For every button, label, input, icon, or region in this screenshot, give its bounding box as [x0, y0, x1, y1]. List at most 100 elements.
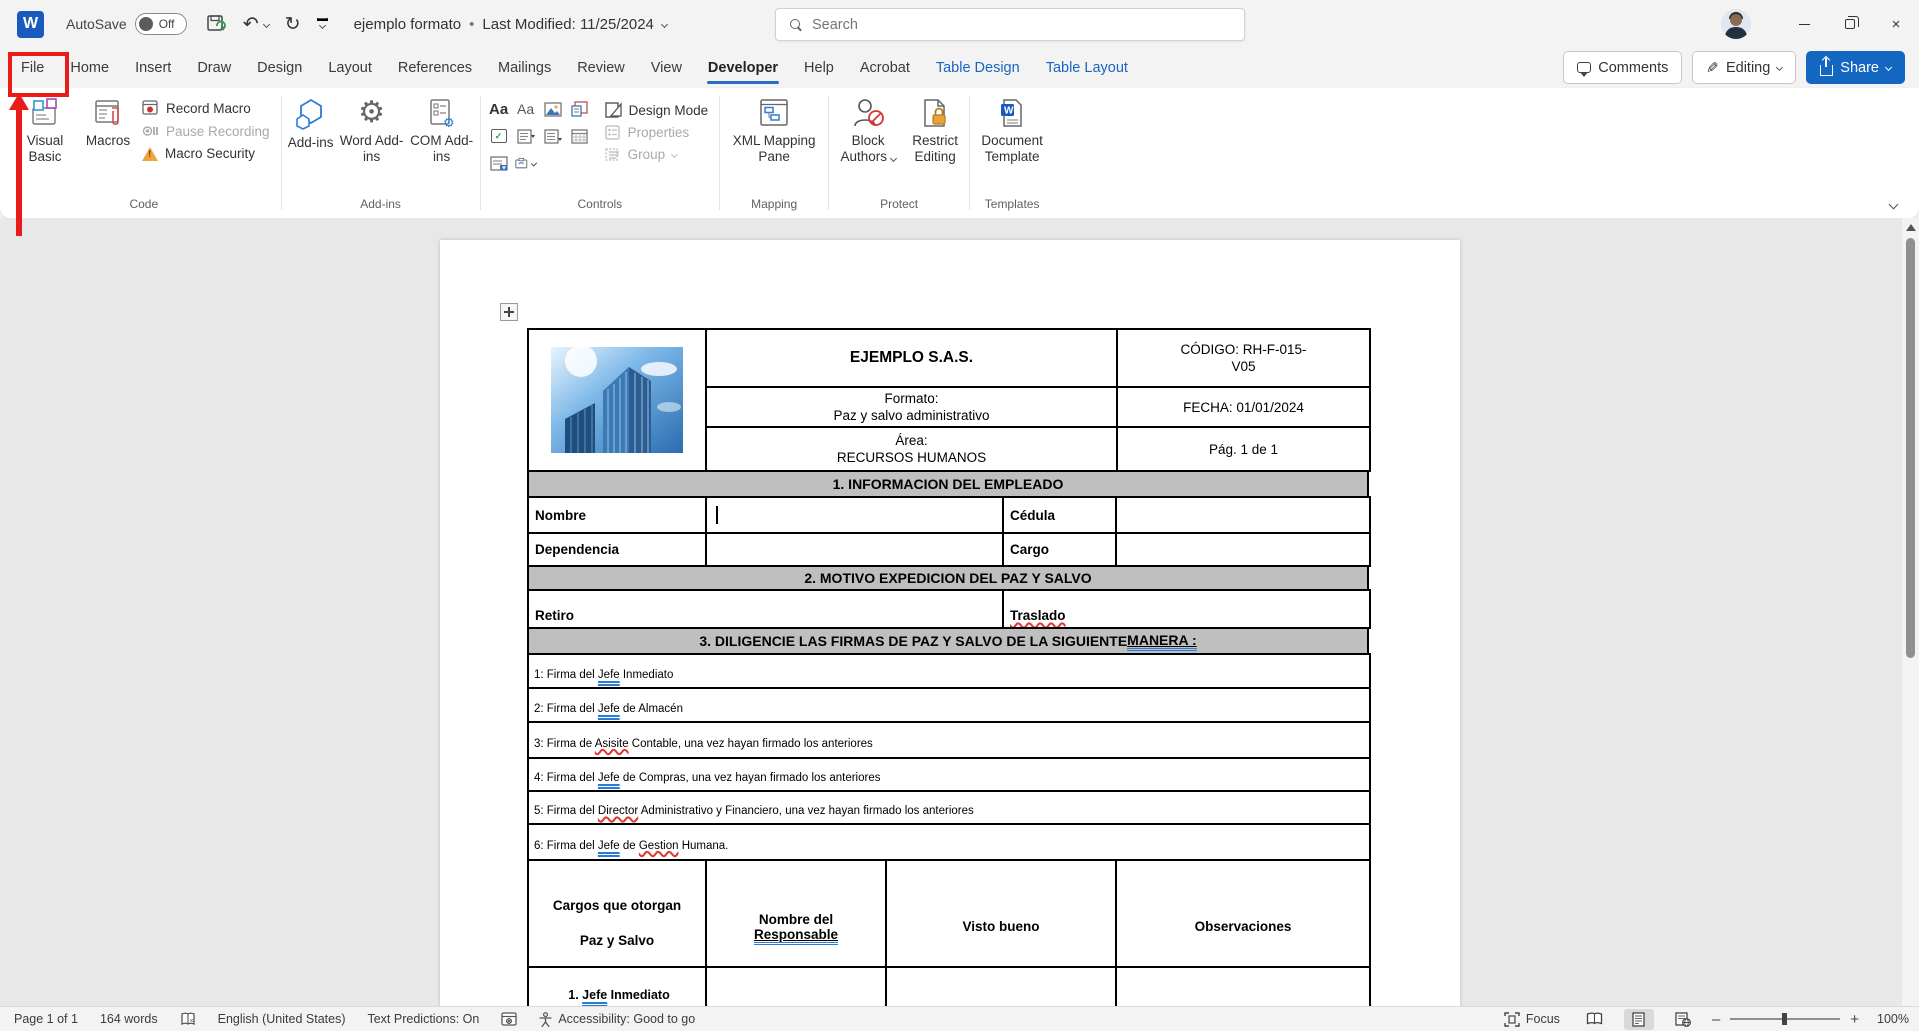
cargo-value-cell[interactable]	[1116, 533, 1370, 566]
macro-recording-status[interactable]	[501, 1012, 517, 1026]
word-app-icon[interactable]: W	[17, 11, 44, 38]
legacy-tools-button[interactable]	[515, 152, 537, 174]
dropdown-list-content-control[interactable]	[542, 125, 564, 147]
user-avatar[interactable]	[1721, 9, 1751, 39]
customize-qat-button[interactable]	[317, 20, 328, 28]
group-label-controls[interactable]: Controls	[484, 197, 717, 218]
section1-header[interactable]: 1. INFORMACION DEL EMPLEADO	[527, 470, 1369, 498]
macros-button[interactable]: Macros	[80, 96, 136, 151]
nombre-value-cell[interactable]	[706, 497, 1003, 533]
fecha-cell[interactable]: FECHA: 01/01/2024	[1117, 387, 1370, 427]
firma-line-4[interactable]: 4: Firma del Jefe de Compras, una vez ha…	[528, 758, 1370, 791]
table-move-handle[interactable]	[500, 303, 518, 321]
tab-view[interactable]: View	[638, 51, 695, 85]
scroll-up-arrow[interactable]	[1906, 224, 1916, 231]
tab-table-design[interactable]: Table Design	[923, 51, 1033, 85]
tab-developer[interactable]: Developer	[695, 51, 791, 85]
cedula-label-cell[interactable]: Cédula	[1003, 497, 1116, 533]
tab-draw[interactable]: Draw	[184, 51, 244, 85]
company-logo-cell[interactable]	[528, 329, 706, 471]
minimize-button[interactable]	[1781, 0, 1827, 48]
zoom-in-button[interactable]: +	[1850, 1011, 1859, 1028]
combo-box-content-control[interactable]	[515, 125, 537, 147]
firma-line-6[interactable]: 6: Firma del Jefe de Gestion Humana.	[528, 824, 1370, 860]
document-title[interactable]: ejemplo formato • Last Modified: 11/25/2…	[354, 16, 667, 33]
xml-mapping-pane-button[interactable]: XML Mapping Pane	[723, 96, 825, 167]
web-layout-button[interactable]	[1668, 1009, 1698, 1030]
zoom-slider[interactable]	[1730, 1018, 1840, 1020]
tab-insert[interactable]: Insert	[122, 51, 184, 85]
sig-row1-obs-cell[interactable]	[1116, 967, 1370, 1006]
dependencia-label-cell[interactable]: Dependencia	[528, 533, 706, 566]
group-label-code[interactable]: Code	[10, 197, 278, 218]
redo-button[interactable]: ↻	[285, 13, 301, 36]
group-label-mapping[interactable]: Mapping	[723, 197, 825, 218]
page-indicator[interactable]: Page 1 of 1	[14, 1012, 78, 1026]
cargo-label-cell[interactable]: Cargo	[1003, 533, 1116, 566]
word-count[interactable]: 164 words	[100, 1012, 158, 1026]
language-indicator[interactable]: English (United States)	[218, 1012, 346, 1026]
restrict-editing-button[interactable]: Restrict Editing	[904, 96, 966, 167]
read-mode-button[interactable]	[1580, 1009, 1610, 1030]
company-name-cell[interactable]: EJEMPLO S.A.S.	[706, 329, 1117, 387]
sig-row1-visto-cell[interactable]	[886, 967, 1116, 1006]
plain-text-content-control[interactable]: Aa	[515, 98, 537, 120]
zoom-level[interactable]: 100%	[1877, 1012, 1909, 1026]
title-dropdown-icon[interactable]	[661, 20, 668, 27]
addins-button[interactable]: Add-ins	[285, 96, 337, 153]
document-template-button[interactable]: W Document Template	[973, 96, 1051, 167]
picture-content-control[interactable]	[542, 98, 564, 120]
zoom-out-button[interactable]: –	[1712, 1011, 1720, 1028]
share-button[interactable]: Share	[1806, 51, 1905, 84]
save-icon[interactable]	[205, 13, 227, 35]
tab-layout[interactable]: Layout	[315, 51, 385, 85]
building-block-gallery-control[interactable]	[569, 98, 591, 120]
tab-review[interactable]: Review	[564, 51, 638, 85]
close-button[interactable]: ×	[1873, 0, 1919, 48]
undo-dropdown-icon[interactable]	[263, 20, 270, 27]
restore-button[interactable]	[1827, 0, 1873, 48]
proofing-errors-button[interactable]: ×	[180, 1012, 196, 1027]
autosave-toggle[interactable]: Off	[135, 13, 187, 35]
section2-header[interactable]: 2. MOTIVO EXPEDICION DEL PAZ Y SALVO	[527, 565, 1369, 591]
area-cell[interactable]: Área: RECURSOS HUMANOS	[706, 427, 1117, 471]
checkbox-content-control[interactable]: ✓	[488, 125, 510, 147]
design-mode-button[interactable]: Design Mode	[605, 102, 709, 118]
sig-row1-cargo-cell[interactable]: 1. Jefe Inmediato	[528, 967, 706, 1006]
section3-header[interactable]: 3. DILIGENCIE LAS FIRMAS DE PAZ Y SALVO …	[527, 627, 1369, 655]
tab-table-layout[interactable]: Table Layout	[1033, 51, 1141, 85]
undo-button[interactable]: ↶	[243, 13, 269, 36]
tab-references[interactable]: References	[385, 51, 485, 85]
pagina-cell[interactable]: Pág. 1 de 1	[1117, 427, 1370, 471]
editing-mode-button[interactable]: ✎Editing	[1692, 51, 1796, 84]
formato-cell[interactable]: Formato: Paz y salvo administrativo	[706, 387, 1117, 427]
responsable-header-cell[interactable]: Nombre del Responsable	[706, 860, 886, 967]
collapse-ribbon-icon[interactable]	[1889, 200, 1899, 210]
zoom-slider-thumb[interactable]	[1782, 1013, 1787, 1025]
visto-bueno-header-cell[interactable]: Visto bueno	[886, 860, 1116, 967]
retiro-cell[interactable]: Retiro	[528, 590, 1003, 628]
scrollbar-thumb[interactable]	[1906, 238, 1915, 658]
date-picker-content-control[interactable]	[569, 125, 591, 147]
firma-line-3[interactable]: 3: Firma de Asisite Contable, una vez ha…	[528, 722, 1370, 758]
macro-security-button[interactable]: Macro Security	[142, 146, 270, 161]
search-bar[interactable]	[775, 8, 1245, 41]
focus-mode-button[interactable]: Focus	[1504, 1012, 1560, 1027]
repeating-section-content-control[interactable]	[488, 152, 510, 174]
group-label-addins[interactable]: Add-ins	[285, 197, 477, 218]
nombre-label-cell[interactable]: Nombre	[528, 497, 706, 533]
tab-mailings[interactable]: Mailings	[485, 51, 564, 85]
search-input[interactable]	[812, 17, 1192, 33]
observaciones-header-cell[interactable]: Observaciones	[1116, 860, 1370, 967]
firma-line-5[interactable]: 5: Firma del Director Administrativo y F…	[528, 791, 1370, 824]
text-predictions[interactable]: Text Predictions: On	[367, 1012, 479, 1026]
cargos-header-cell[interactable]: Cargos que otorgan Paz y Salvo	[528, 860, 706, 967]
sig-row1-nombre-cell[interactable]	[706, 967, 886, 1006]
comments-button[interactable]: Comments	[1563, 51, 1682, 84]
accessibility-status[interactable]: Accessibility: Good to go	[539, 1012, 695, 1027]
codigo-cell[interactable]: CÓDIGO: RH-F-015- V05	[1117, 329, 1370, 387]
rich-text-content-control[interactable]: Aa	[488, 98, 510, 120]
tab-help[interactable]: Help	[791, 51, 847, 85]
print-layout-button[interactable]	[1624, 1009, 1654, 1030]
cedula-value-cell[interactable]	[1116, 497, 1370, 533]
